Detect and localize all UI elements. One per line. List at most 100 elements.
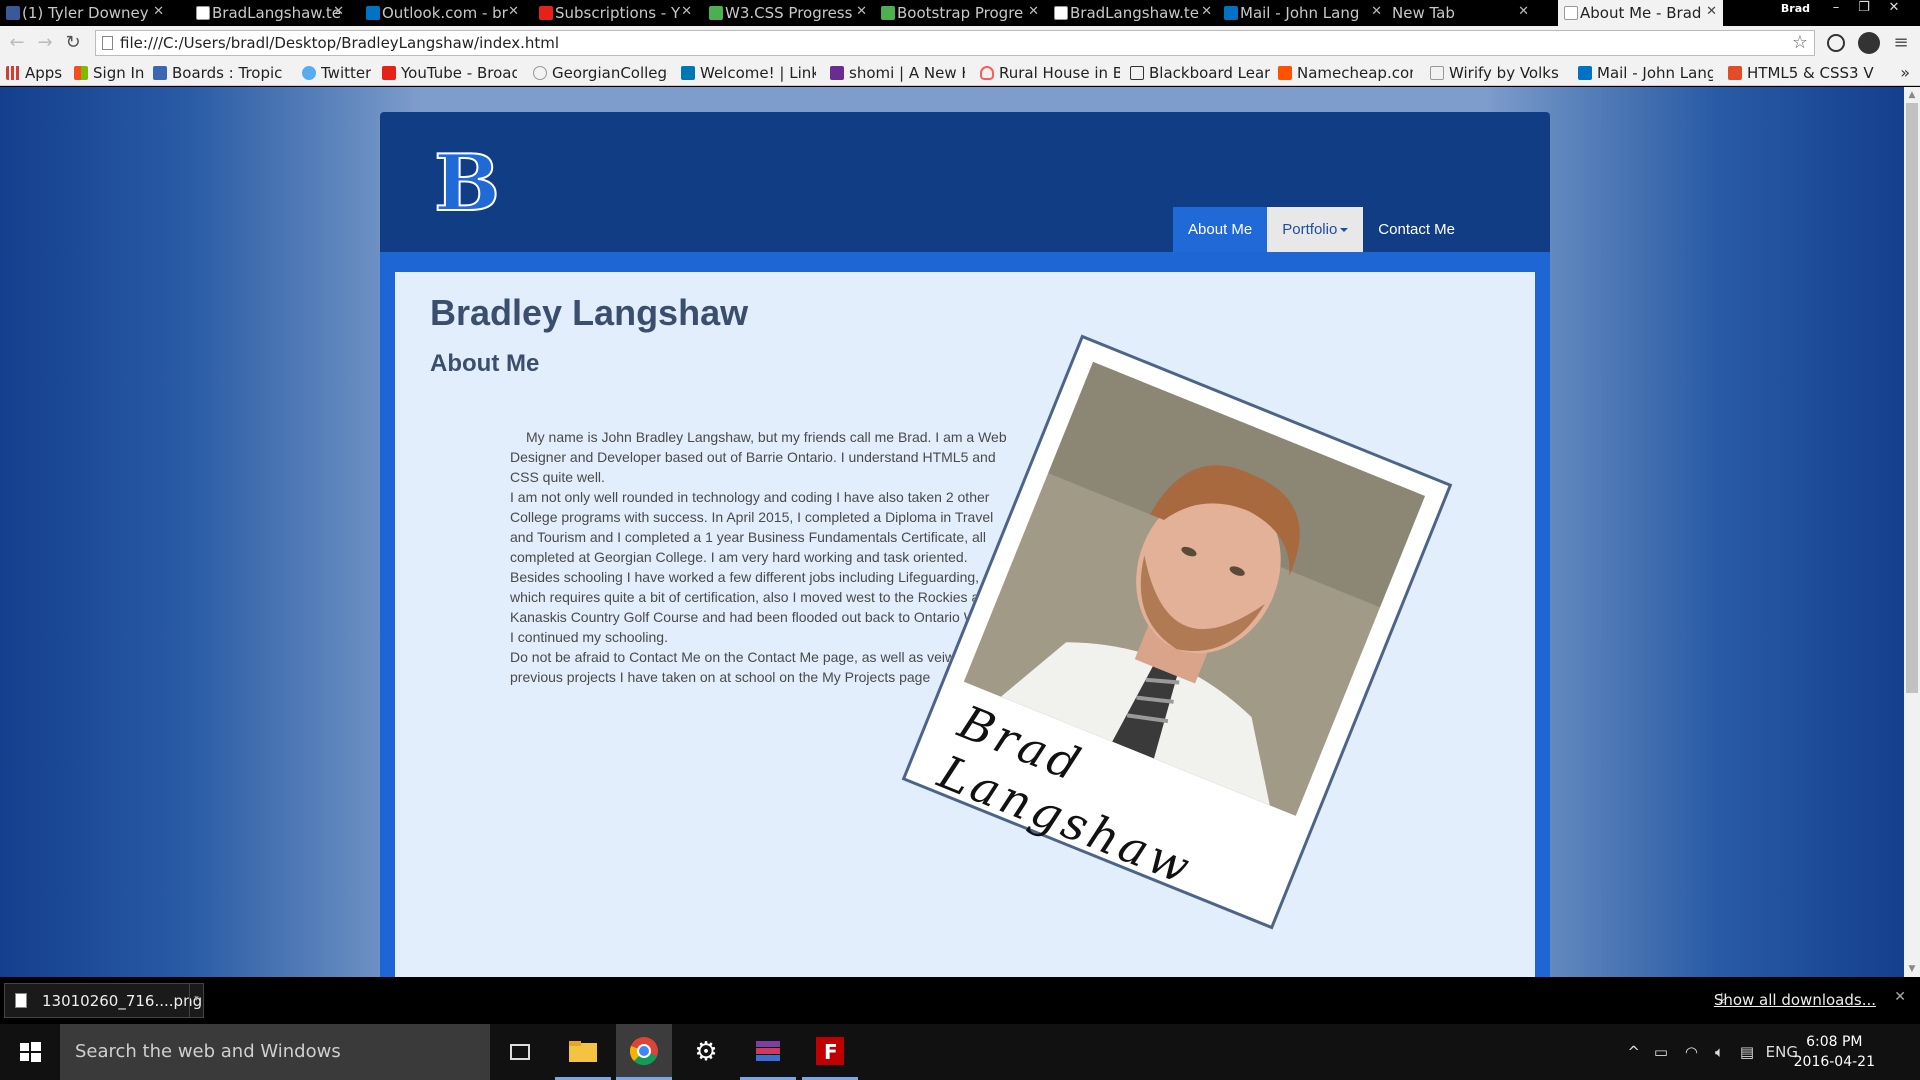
html5-icon [1728,66,1742,80]
bookmark-item[interactable]: Mail - John Lang [1578,63,1713,83]
close-icon[interactable]: ✕ [1706,4,1717,19]
close-window-icon[interactable]: ✕ [1880,0,1908,18]
bookmark-apps[interactable]: Apps [6,63,66,83]
taskbar-chrome[interactable] [616,1024,672,1080]
bookmark-item[interactable]: Twitter [302,63,377,83]
bookmark-item[interactable]: Rural House in Ba [980,63,1120,83]
mail-icon [1224,6,1238,20]
browser-tab[interactable]: Mail - John Lang ✕ [1218,0,1388,26]
close-icon[interactable]: ✕ [508,4,519,19]
task-view-button[interactable] [492,1024,548,1080]
action-center-icon[interactable]: ▤ [1740,1024,1754,1080]
linkedin-icon [681,66,695,80]
wirify-icon [1430,66,1444,80]
minimize-icon[interactable]: – [1822,0,1850,18]
scroll-up-icon[interactable]: ▲ [1904,87,1920,103]
mail-icon [1578,66,1592,80]
url-input[interactable] [120,33,1770,53]
taskbar-clock[interactable]: 6:08 PM 2016-04-21 [1794,1032,1875,1072]
battery-icon[interactable]: ▭ [1654,1024,1668,1080]
bookmark-item[interactable]: Boards : Tropical [153,63,283,83]
extension-circle-icon[interactable] [1827,34,1845,52]
browser-tab[interactable]: (1) Tyler Downey ✕ [0,0,170,26]
close-icon[interactable]: ✕ [333,4,344,19]
taskbar-search-box[interactable]: Search the web and Windows [60,1024,490,1080]
close-icon[interactable]: ✕ [1894,989,1906,1005]
taskbar-file-explorer[interactable] [555,1024,611,1080]
restore-icon[interactable]: ❐ [1850,0,1878,18]
wifi-icon[interactable]: ◠ [1685,1024,1698,1080]
chevron-more-icon[interactable]: » [1900,63,1910,82]
browser-tab[interactable]: BradLangshaw.te ✕ [190,0,350,26]
chevron-down-icon[interactable]: ▾ [189,984,203,1017]
back-icon[interactable]: ← [6,32,28,54]
browser-tab[interactable]: Outlook.com - br ✕ [360,0,525,26]
close-icon[interactable]: ✕ [856,4,867,19]
chevron-up-icon[interactable]: ^ [1627,1024,1640,1080]
bio-text: My name is John Bradley Langshaw, but my… [510,427,1010,687]
bookmark-star-icon[interactable]: ☆ [1792,32,1808,53]
w3-icon [709,6,723,20]
youtube-icon [539,6,553,20]
volume-icon[interactable]: 🔈︎ [1715,1024,1724,1080]
browser-tab[interactable]: Subscriptions - Y ✕ [533,0,698,26]
site-content-frame: Bradley Langshaw About Me My name is Joh… [380,252,1550,977]
page-scrollbar[interactable]: ▲ ▼ [1904,87,1920,977]
close-icon[interactable]: ✕ [1028,4,1039,19]
tab-title: Subscriptions - Y [555,4,681,22]
close-icon[interactable]: ✕ [1518,4,1529,19]
globe-icon [533,66,547,80]
bookmark-item[interactable]: Namecheap.com [1278,63,1413,83]
extension-shield-icon[interactable] [1858,32,1880,54]
bio-paragraph: Do not be afraid to Contact Me on the Co… [510,649,978,685]
menu-icon[interactable]: ≡ [1890,32,1912,54]
close-icon[interactable]: ✕ [681,4,692,19]
file-icon [15,993,27,1008]
download-item[interactable]: 13010260_716....png ▾ [4,983,204,1018]
bookmark-item[interactable]: Wirify by Volks [1430,63,1565,83]
browser-tab[interactable]: BradLangshaw.te ✕ [1048,0,1218,26]
taskbar-filezilla[interactable]: F [802,1024,858,1080]
show-all-downloads-link[interactable]: Show all downloads... [1714,991,1876,1009]
reload-icon[interactable]: ↻ [62,32,84,54]
tab-title: BradLangshaw.te [212,4,342,22]
bookmark-item[interactable]: HTML5 & CSS3 V [1728,63,1878,83]
nav-contact-me[interactable]: Contact Me [1363,207,1470,252]
taskbar-settings[interactable]: ⚙ [678,1024,734,1080]
clock-date: 2016-04-21 [1793,1054,1875,1070]
scroll-down-icon[interactable]: ▼ [1904,961,1920,977]
scroll-thumb[interactable] [1906,103,1918,693]
folder-icon [569,1040,597,1062]
browser-tab[interactable]: Bootstrap Progre ✕ [875,0,1045,26]
tab-title: BradLangshaw.te [1070,4,1200,22]
bookmark-item[interactable]: YouTube - Broadc [382,63,517,83]
profile-button[interactable]: Brad [1781,2,1810,15]
filezilla-icon: F [816,1036,844,1065]
bookmark-item[interactable]: Sign In [74,63,154,83]
nav-about-me[interactable]: About Me [1173,207,1268,252]
airbnb-icon [980,66,994,80]
taskbar-app[interactable] [740,1024,796,1080]
bio-paragraph: I am not only well rounded in technology… [510,489,994,565]
bookmark-item[interactable]: Blackboard Learn [1130,63,1270,83]
tab-title: Bootstrap Progre [897,4,1024,22]
start-button[interactable] [0,1024,60,1080]
bookmark-item[interactable]: GeorgianCollege/ [533,63,668,83]
browser-tab[interactable]: W3.CSS Progress ✕ [703,0,873,26]
forward-icon[interactable]: → [34,32,56,54]
browser-tab-strip: (1) Tyler Downey ✕ BradLangshaw.te ✕ Out… [0,0,1920,26]
nav-label: About Me [1188,221,1253,238]
close-icon[interactable]: ✕ [153,4,164,19]
facebook-icon [6,6,20,20]
browser-tab-active[interactable]: About Me - Brad ✕ [1558,0,1723,26]
content-panel: Bradley Langshaw About Me My name is Joh… [395,272,1535,977]
close-icon[interactable]: ✕ [1201,4,1212,19]
nav-portfolio-dropdown[interactable]: Portfolio [1267,207,1364,252]
address-bar[interactable]: ☆ [95,30,1815,56]
site-logo[interactable]: B [430,142,500,222]
svg-text:F: F [824,1040,838,1064]
bookmark-item[interactable]: shomi | A New Ki [830,63,965,83]
shomi-icon [830,66,844,80]
bookmark-item[interactable]: Welcome! | Linke [681,63,816,83]
browser-tab[interactable]: New Tab ✕ [1370,0,1535,26]
